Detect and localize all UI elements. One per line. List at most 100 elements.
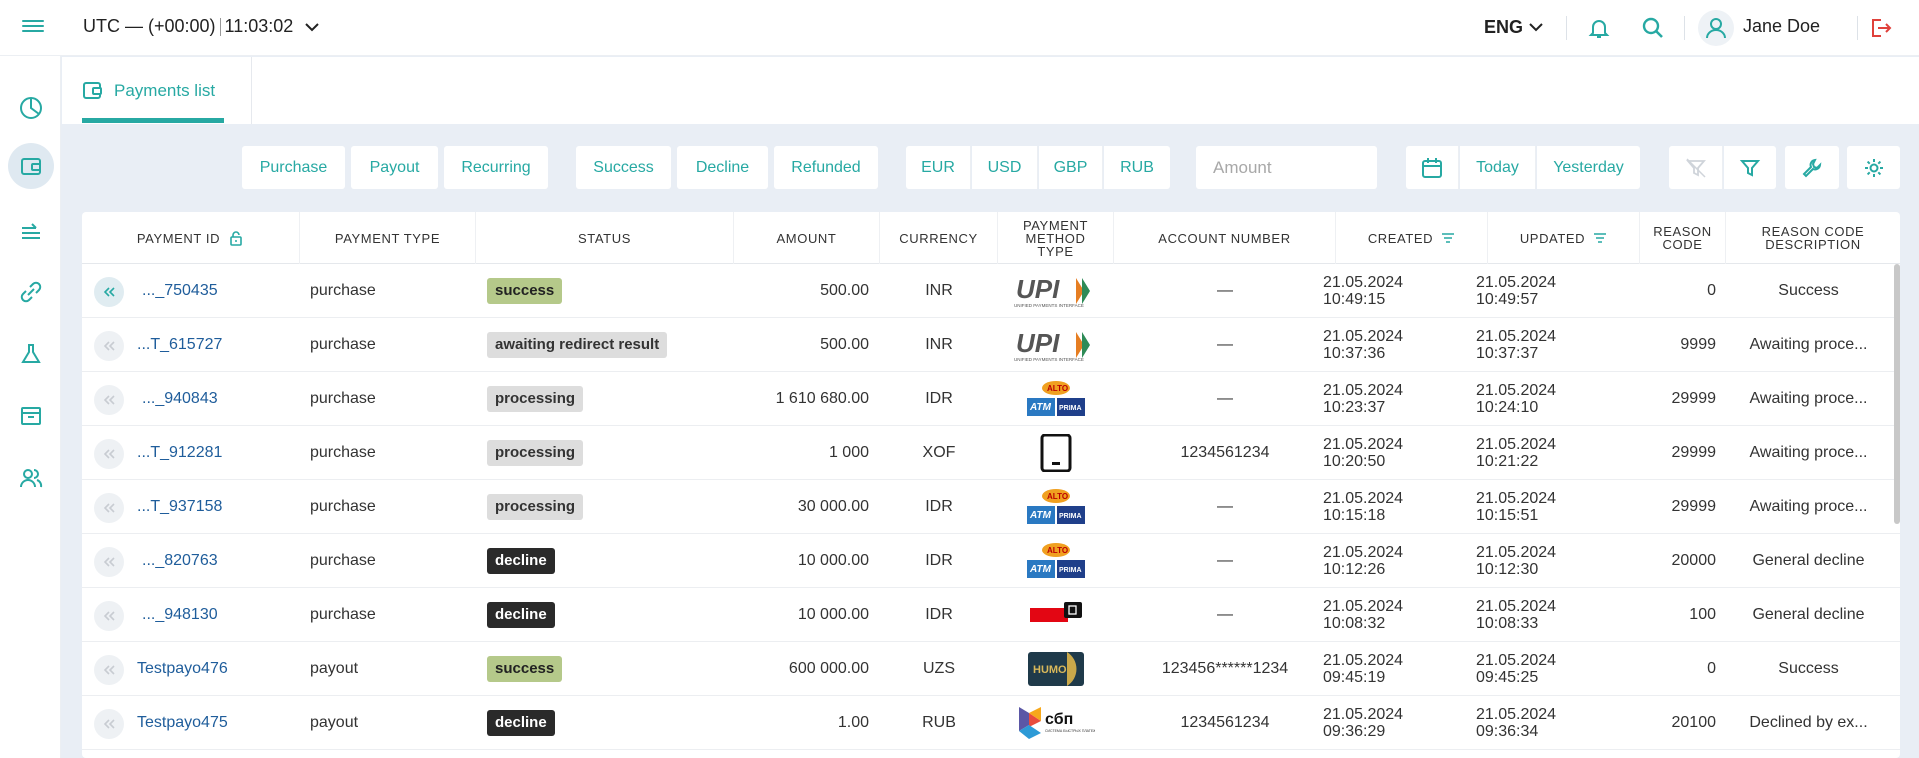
wrench-icon[interactable] xyxy=(1785,146,1839,189)
language-selector[interactable]: ENG xyxy=(1484,17,1543,38)
back-arrow-icon[interactable] xyxy=(94,277,124,307)
created-day: 21.05.2024 xyxy=(1323,598,1404,615)
filter-recurring-button[interactable]: Recurring xyxy=(444,146,548,189)
bell-icon[interactable] xyxy=(1585,14,1613,42)
reason-code: 20000 xyxy=(1671,552,1717,569)
settings-icon[interactable] xyxy=(1847,146,1900,189)
avatar[interactable] xyxy=(1698,10,1734,46)
filter-eur-button[interactable]: EUR xyxy=(906,146,971,189)
reason-description: General decline xyxy=(1752,606,1865,623)
column-header-account-number[interactable]: ACCOUNT NUMBER xyxy=(1114,212,1336,264)
created-time: 10:08:32 xyxy=(1323,615,1386,632)
column-header-currency[interactable]: CURRENCY xyxy=(880,212,998,264)
back-arrow-icon[interactable] xyxy=(94,385,124,415)
users-icon[interactable] xyxy=(13,460,49,496)
column-header-payment-method-type[interactable]: PAYMENT METHOD TYPE xyxy=(998,212,1114,264)
column-header-status[interactable]: STATUS xyxy=(476,212,734,264)
table-row[interactable]: ...T_937158 purchase processing 30 000.0… xyxy=(82,480,1900,534)
dashboard-icon[interactable] xyxy=(13,90,49,126)
table-row[interactable]: ...T_615727 purchase awaiting redirect r… xyxy=(82,318,1900,372)
filter-icon[interactable] xyxy=(1724,146,1776,189)
svg-text:ATM: ATM xyxy=(1029,402,1052,413)
archive-icon[interactable] xyxy=(13,398,49,434)
filter-rub-button[interactable]: RUB xyxy=(1104,146,1170,189)
updated-day: 21.05.2024 xyxy=(1476,544,1557,561)
filter-payout-button[interactable]: Payout xyxy=(351,146,438,189)
reason-code: 20100 xyxy=(1671,714,1717,731)
table-row[interactable]: ...T_912281 purchase processing 1 000 XO… xyxy=(82,426,1900,480)
user-name[interactable]: Jane Doe xyxy=(1743,16,1820,37)
filter-usd-button[interactable]: USD xyxy=(972,146,1038,189)
table-row[interactable]: ..._940843 purchase processing 1 610 680… xyxy=(82,372,1900,426)
column-header-created[interactable]: CREATED xyxy=(1336,212,1488,264)
svg-text:PRIMA: PRIMA xyxy=(1059,567,1082,574)
lock-open-icon[interactable] xyxy=(228,230,244,246)
clear-filter-icon[interactable] xyxy=(1669,146,1723,189)
filter-gbp-button[interactable]: GBP xyxy=(1039,146,1103,189)
chevron-down-icon[interactable] xyxy=(305,19,319,35)
status-badge: processing xyxy=(487,494,584,520)
table-row[interactable]: ..._948130 purchase decline 10 000.00 ID… xyxy=(82,588,1900,642)
payment-id-link[interactable]: Testpayo476 xyxy=(137,642,228,696)
column-header-reason-code[interactable]: REASON CODE xyxy=(1640,212,1726,264)
column-header-payment-type[interactable]: PAYMENT TYPE xyxy=(300,212,476,264)
created-day: 21.05.2024 xyxy=(1323,544,1404,561)
column-label: PAYMENT ID xyxy=(136,230,221,246)
timezone-label: UTC — (+00:00) xyxy=(83,16,216,36)
timezone-selector[interactable]: UTC — (+00:00) 11:03:02 xyxy=(83,16,319,37)
transfers-icon[interactable] xyxy=(13,212,49,248)
back-arrow-icon[interactable] xyxy=(94,655,124,685)
back-arrow-icon[interactable] xyxy=(94,709,124,739)
payment-id-link[interactable]: ...T_937158 xyxy=(137,480,222,534)
filter-today-button[interactable]: Today xyxy=(1460,146,1536,189)
sort-icon[interactable] xyxy=(1441,232,1455,244)
payment-id-link[interactable]: ..._820763 xyxy=(142,534,218,588)
status-badge: awaiting redirect result xyxy=(487,332,668,358)
column-header-updated[interactable]: UPDATED xyxy=(1488,212,1640,264)
table-row[interactable]: Testpayo476 payout success 600 000.00 UZ… xyxy=(82,642,1900,696)
logout-icon[interactable] xyxy=(1866,14,1894,42)
payment-id-link[interactable]: Testpayo475 xyxy=(137,696,228,750)
sort-icon[interactable] xyxy=(1593,232,1607,244)
payment-type: payout xyxy=(310,714,359,731)
calendar-icon[interactable] xyxy=(1406,146,1459,189)
filter-refunded-button[interactable]: Refunded xyxy=(774,146,878,189)
reason-description: Awaiting proce... xyxy=(1749,444,1868,461)
back-arrow-icon[interactable] xyxy=(94,439,124,469)
search-icon[interactable] xyxy=(1639,14,1667,42)
back-arrow-icon[interactable] xyxy=(94,331,124,361)
updated-time: 10:24:10 xyxy=(1476,399,1539,416)
amount-input[interactable] xyxy=(1196,146,1377,189)
svg-text:ATM: ATM xyxy=(1029,510,1052,521)
svg-text:сбп: сбп xyxy=(1045,711,1073,728)
filter-purchase-button[interactable]: Purchase xyxy=(242,146,345,189)
table-row[interactable]: ..._750435 purchase success 500.00 INR U… xyxy=(82,264,1900,318)
payment-id-link[interactable]: ..._940843 xyxy=(142,372,218,426)
table-row[interactable]: Testpayo475 payout decline 1.00 RUB сбп С… xyxy=(82,696,1900,750)
payments-table: PAYMENT ID PAYMENT TYPE STATUS AMOUNT CU… xyxy=(82,212,1900,758)
flask-icon[interactable] xyxy=(13,336,49,372)
filter-success-button[interactable]: Success xyxy=(576,146,671,189)
back-arrow-icon[interactable] xyxy=(94,601,124,631)
link-icon[interactable] xyxy=(13,274,49,310)
back-arrow-icon[interactable] xyxy=(94,493,124,523)
back-arrow-icon[interactable] xyxy=(94,547,124,577)
currency: IDR xyxy=(925,498,953,515)
payment-id-link[interactable]: ...T_615727 xyxy=(137,318,222,372)
updated-date: 21.05.2024 10:24:10 xyxy=(1476,372,1556,426)
updated-date: 21.05.2024 10:49:57 xyxy=(1476,264,1556,318)
tab-payments-list[interactable]: Payments list xyxy=(82,57,215,124)
filter-yesterday-button[interactable]: Yesterday xyxy=(1537,146,1640,189)
payment-id-link[interactable]: ..._948130 xyxy=(142,588,218,642)
scrollbar[interactable] xyxy=(1894,264,1900,524)
column-header-amount[interactable]: AMOUNT xyxy=(734,212,880,264)
filter-decline-button[interactable]: Decline xyxy=(677,146,768,189)
column-header-payment-id[interactable]: PAYMENT ID xyxy=(82,212,300,264)
menu-icon[interactable] xyxy=(22,17,44,37)
column-header-reason-code-description[interactable]: REASON CODE DESCRIPTION xyxy=(1726,212,1900,264)
account-number: — xyxy=(1217,552,1233,569)
payment-id-link[interactable]: ..._750435 xyxy=(142,264,218,318)
payment-id-link[interactable]: ...T_912281 xyxy=(137,426,222,480)
wallet-icon[interactable] xyxy=(8,143,54,189)
table-row[interactable]: ..._820763 purchase decline 10 000.00 ID… xyxy=(82,534,1900,588)
